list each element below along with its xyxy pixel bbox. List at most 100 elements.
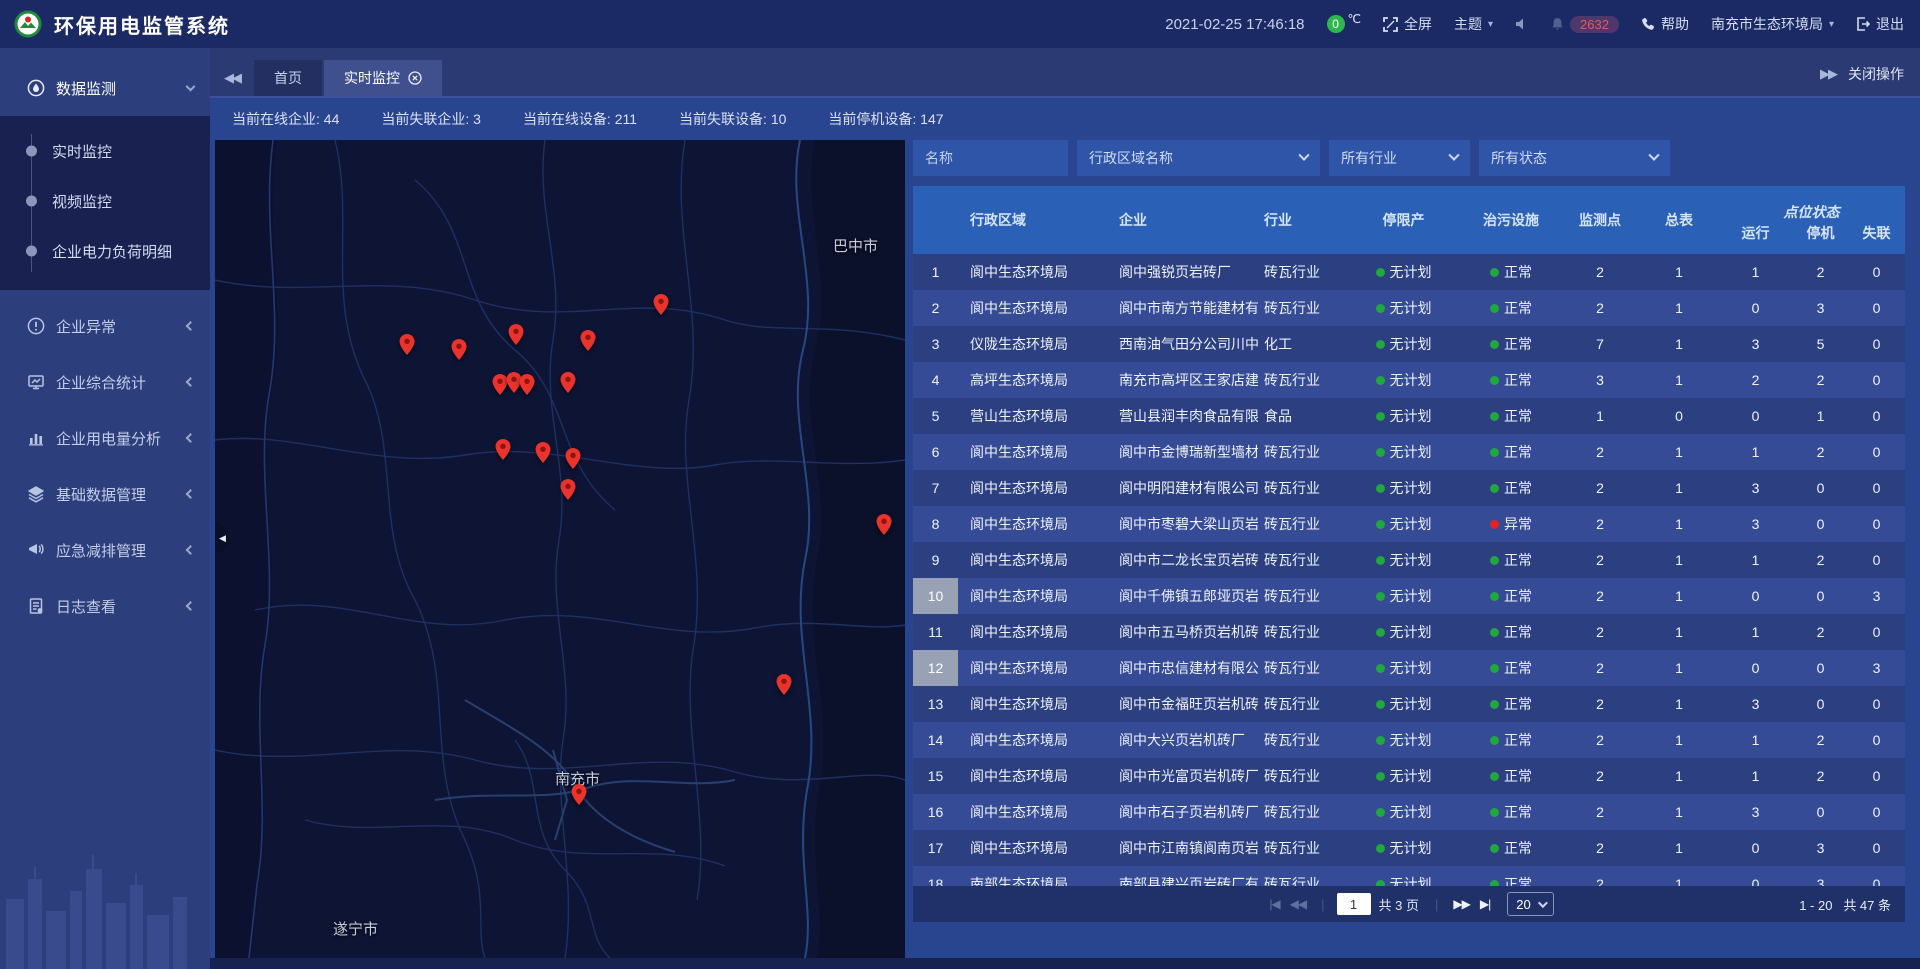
app-title: 环保用电监管系统 <box>54 10 230 39</box>
cell-industry: 砖瓦行业 <box>1258 434 1345 470</box>
tab-label: 实时监控 <box>344 68 400 88</box>
temperature-unit: ℃ <box>1348 12 1361 26</box>
sidebar-group-power-analysis[interactable]: 企业用电量分析 <box>0 410 210 466</box>
sidebar-submenu: 实时监控 视频监控 企业电力负荷明细 <box>0 116 210 290</box>
chevron-left-icon <box>186 545 196 555</box>
stat-item: 当前在线设备: 211 <box>523 109 637 129</box>
cell-limit-status: 无计划 <box>1345 542 1462 578</box>
table-row[interactable]: 9阆中生态环境局阆中市二龙长宝页岩砖砖瓦行业无计划正常21120 <box>913 542 1905 578</box>
cell-meters: 0 <box>1640 398 1718 434</box>
sidebar-group-enterprise-abnormal[interactable]: 企业异常 <box>0 298 210 354</box>
sidebar-group-label: 应急减排管理 <box>56 540 146 561</box>
close-icon[interactable] <box>408 71 422 85</box>
table-row[interactable]: 3仪陇生态环境局西南油气田分公司川中化工无计划正常71350 <box>913 326 1905 362</box>
sidebar-item-realtime-monitoring[interactable]: 实时监控 <box>0 126 210 176</box>
sidebar-group-data-monitoring[interactable]: 数据监测 <box>0 66 210 110</box>
map-pin[interactable] <box>452 339 467 365</box>
cell-stop: 0 <box>1793 686 1848 722</box>
org-menu[interactable]: 南充市生态环境局 ▾ <box>1711 14 1834 34</box>
cell-meters: 1 <box>1640 686 1718 722</box>
map-pin[interactable] <box>496 439 511 465</box>
table-row[interactable]: 16阆中生态环境局阆中市石子页岩机砖厂砖瓦行业无计划正常21300 <box>913 794 1905 830</box>
sidebar-item-video-monitoring[interactable]: 视频监控 <box>0 176 210 226</box>
tab-bar: ◀◀ 首页 实时监控 ▶▶ 关闭操作 <box>210 48 1920 98</box>
table-row[interactable]: 11阆中生态环境局阆中市五马桥页岩机砖砖瓦行业无计划正常21120 <box>913 614 1905 650</box>
table-row[interactable]: 5营山生态环境局营山县润丰肉食品有限食品无计划正常10010 <box>913 398 1905 434</box>
cell-facility-status: 正常 <box>1462 290 1560 326</box>
cell-region: 阆中生态环境局 <box>958 722 1115 758</box>
table-row[interactable]: 6阆中生态环境局阆中市金博瑞新型墙材砖瓦行业无计划正常21120 <box>913 434 1905 470</box>
theme-menu[interactable]: 主题 ▾ <box>1454 14 1493 34</box>
table-row[interactable]: 7阆中生态环境局阆中明阳建材有限公司砖瓦行业无计划正常21300 <box>913 470 1905 506</box>
table-row[interactable]: 13阆中生态环境局阆中市金福旺页岩机砖砖瓦行业无计划正常21300 <box>913 686 1905 722</box>
map[interactable]: 巴中市南充市遂宁市 ◀ <box>215 140 905 958</box>
logout-button[interactable]: 退出 <box>1856 14 1904 34</box>
brand: 环保用电监管系统 <box>0 10 230 39</box>
table-row[interactable]: 2阆中生态环境局阆中市南方节能建材有砖瓦行业无计划正常21030 <box>913 290 1905 326</box>
sidebar-group-logs[interactable]: 日志查看 <box>0 578 210 634</box>
table-row[interactable]: 17阆中生态环境局阆中市江南镇阆南页岩砖瓦行业无计划正常21030 <box>913 830 1905 866</box>
cell-industry: 砖瓦行业 <box>1258 830 1345 866</box>
help-button[interactable]: 帮助 <box>1641 14 1689 34</box>
map-pin[interactable] <box>520 374 535 400</box>
mute-button[interactable] <box>1515 17 1529 31</box>
first-page-button[interactable]: |◀ <box>1269 897 1279 911</box>
sidebar-group-enterprise-statistics[interactable]: 企业综合统计 <box>0 354 210 410</box>
status-dot <box>1490 304 1499 313</box>
tabs-scroll-right-icon[interactable]: ▶▶ <box>1820 66 1836 82</box>
cell-points: 2 <box>1560 686 1640 722</box>
cell-limit-status: 无计划 <box>1345 614 1462 650</box>
map-pin[interactable] <box>581 330 596 356</box>
map-city-label: 遂宁市 <box>333 918 378 939</box>
table-row[interactable]: 4高坪生态环境局南充市高坪区王家店建砖瓦行业无计划正常31220 <box>913 362 1905 398</box>
cell-meters: 1 <box>1640 758 1718 794</box>
page-size-select[interactable]: 20 <box>1507 892 1553 916</box>
sidebar-group-emergency[interactable]: 应急减排管理 <box>0 522 210 578</box>
content-area: ◀◀ 首页 实时监控 ▶▶ 关闭操作 当前在线企业: 44当前失联企业: 3当前… <box>210 48 1920 969</box>
tabs-scroll-left-icon[interactable]: ◀◀ <box>224 70 240 86</box>
map-pin[interactable] <box>493 374 508 400</box>
table-row[interactable]: 8阆中生态环境局阆中市枣碧大梁山页岩砖瓦行业无计划异常21300 <box>913 506 1905 542</box>
cell-stop: 1 <box>1793 398 1848 434</box>
industry-filter-select[interactable]: 所有行业 <box>1329 140 1470 176</box>
next-page-button[interactable]: ▶▶ <box>1453 897 1469 911</box>
cell-facility-status: 正常 <box>1462 434 1560 470</box>
region-filter-select[interactable]: 行政区域名称 <box>1077 140 1320 176</box>
status-dot <box>1490 700 1499 709</box>
board-chart-icon <box>26 373 46 391</box>
close-operations-button[interactable]: 关闭操作 <box>1848 64 1904 84</box>
map-pin[interactable] <box>561 479 576 505</box>
map-pin[interactable] <box>536 442 551 468</box>
status-filter-select[interactable]: 所有状态 <box>1479 140 1670 176</box>
map-pin[interactable] <box>877 514 892 540</box>
map-pin[interactable] <box>561 372 576 398</box>
sidebar-item-power-load-detail[interactable]: 企业电力负荷明细 <box>0 226 210 276</box>
divider: | <box>1321 897 1324 912</box>
sidebar-group-base-data[interactable]: 基础数据管理 <box>0 466 210 522</box>
table-row[interactable]: 15阆中生态环境局阆中市光富页岩机砖厂砖瓦行业无计划正常21120 <box>913 758 1905 794</box>
notifications[interactable]: 2632 <box>1551 16 1619 33</box>
tab-home[interactable]: 首页 <box>254 60 322 96</box>
map-pin[interactable] <box>509 324 524 350</box>
map-pin[interactable] <box>777 674 792 700</box>
table-row[interactable]: 10阆中生态环境局阆中千佛镇五郎垭页岩砖瓦行业无计划正常21003 <box>913 578 1905 614</box>
name-filter-input[interactable] <box>913 140 1068 176</box>
table-row[interactable]: 1阆中生态环境局阆中强锐页岩砖厂砖瓦行业无计划正常21120 <box>913 254 1905 290</box>
table-row[interactable]: 18南部生态环境局南部县建兴页岩砖厂有砖瓦行业无计划正常21030 <box>913 866 1905 886</box>
row-number: 16 <box>913 794 958 830</box>
fullscreen-button[interactable]: 全屏 <box>1383 14 1432 34</box>
cell-run: 3 <box>1718 470 1793 506</box>
prev-page-button[interactable]: ◀◀ <box>1290 897 1306 911</box>
table-row[interactable]: 14阆中生态环境局阆中大兴页岩机砖厂砖瓦行业无计划正常21120 <box>913 722 1905 758</box>
status-dot <box>1376 304 1385 313</box>
map-pin[interactable] <box>654 294 669 320</box>
table-row[interactable]: 12阆中生态环境局阆中市忠信建材有限公砖瓦行业无计划正常21003 <box>913 650 1905 686</box>
last-page-button[interactable]: ▶| <box>1480 897 1490 911</box>
tab-realtime-monitoring[interactable]: 实时监控 <box>324 60 442 96</box>
map-pin[interactable] <box>400 334 415 360</box>
cell-industry: 砖瓦行业 <box>1258 506 1345 542</box>
cell-region: 高坪生态环境局 <box>958 362 1115 398</box>
page-number-input[interactable] <box>1337 893 1371 915</box>
map-pin[interactable] <box>572 784 587 810</box>
map-pin[interactable] <box>566 448 581 474</box>
